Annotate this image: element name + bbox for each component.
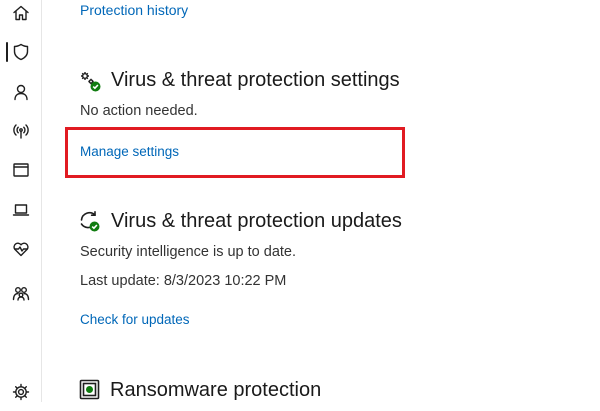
shield-icon — [13, 43, 28, 61]
nav-firewall[interactable] — [0, 112, 41, 150]
nav-virus-threat[interactable] — [0, 33, 41, 71]
settings-gear-icon — [12, 383, 29, 401]
home-icon — [12, 5, 29, 21]
nav-account[interactable] — [0, 73, 41, 111]
nav-app-browser[interactable] — [0, 151, 41, 189]
nav-settings[interactable] — [0, 373, 41, 411]
health-icon — [12, 242, 29, 257]
network-icon — [12, 124, 29, 139]
family-icon — [12, 287, 29, 301]
settings-gears-check-icon — [81, 72, 101, 92]
nav-family[interactable] — [0, 274, 41, 312]
main-content: Protection history Virus & threat protec… — [41, 0, 600, 402]
nav-rail — [0, 0, 42, 402]
nav-device-health[interactable] — [0, 230, 41, 268]
check-for-updates-link[interactable]: Check for updates — [80, 312, 190, 327]
ransomware-shield-icon — [79, 379, 100, 400]
nav-device-security[interactable] — [0, 191, 41, 229]
vt-settings-title: Virus & threat protection settings — [111, 69, 400, 91]
security-intelligence-status: Security intelligence is up to date. — [80, 244, 297, 260]
manage-settings-link[interactable]: Manage settings — [80, 144, 179, 159]
account-icon — [13, 84, 28, 101]
protection-history-link[interactable]: Protection history — [80, 2, 188, 18]
vt-settings-status: No action needed. — [80, 103, 198, 119]
refresh-check-icon — [80, 211, 100, 232]
last-update-text: Last update: 8/3/2023 10:22 PM — [80, 273, 287, 289]
device-icon — [12, 204, 29, 216]
ransomware-title: Ransomware protection — [110, 379, 322, 401]
nav-home[interactable] — [0, 0, 41, 32]
app-browser-icon — [12, 163, 29, 177]
vt-updates-title: Virus & threat protection updates — [111, 210, 402, 232]
